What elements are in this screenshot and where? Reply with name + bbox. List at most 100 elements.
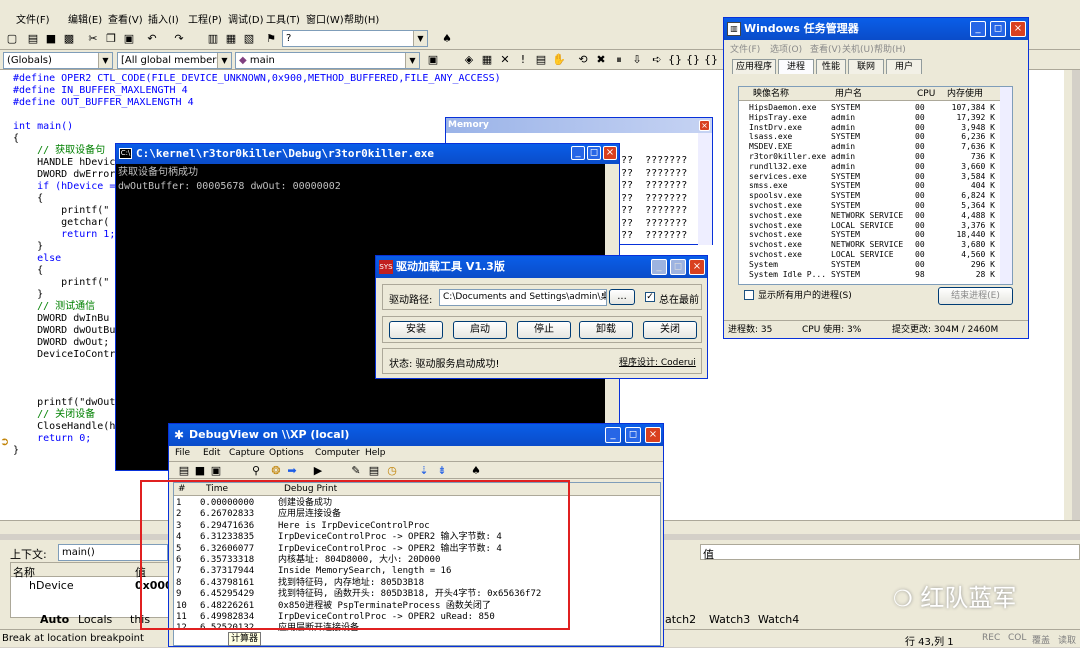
forward-icon[interactable]: ➡ <box>283 462 301 480</box>
log-icon[interactable]: ▣ <box>207 462 225 480</box>
dv-menu-item[interactable]: Help <box>365 448 386 458</box>
step-into-icon[interactable]: {} <box>666 51 684 69</box>
maximize-icon[interactable]: ◻ <box>990 21 1006 37</box>
build-icon[interactable]: ▦ <box>478 51 496 69</box>
minimize-icon[interactable]: _ <box>605 427 621 443</box>
chevron-down-icon[interactable]: ▼ <box>217 53 231 68</box>
topmost-label[interactable]: 总在最前 <box>659 291 699 306</box>
process-row[interactable]: svchost.exe LOCAL SERVICE 00 4,560 K <box>739 250 999 260</box>
paste-icon[interactable]: ▣ <box>120 30 138 48</box>
show-all-label[interactable]: 显示所有用户的进程(S) <box>758 288 852 301</box>
process-row[interactable]: smss.exe SYSTEM 00 404 K <box>739 181 999 191</box>
menu-item[interactable]: 工具(T) <box>266 11 300 26</box>
menu-item[interactable]: 调试(D) <box>228 11 264 26</box>
globals-combo[interactable]: (Globals) ▼ <box>3 52 113 69</box>
tm-tab[interactable]: 用户 <box>886 59 922 74</box>
menu-item[interactable]: 工程(P) <box>188 11 222 26</box>
close-icon[interactable]: × <box>603 146 617 160</box>
process-row[interactable]: svchost.exe NETWORK SERVICE 00 3,680 K <box>739 240 999 250</box>
tm-menu-item[interactable]: 帮助(H) <box>874 42 906 55</box>
step-out-icon[interactable]: {} <box>702 51 720 69</box>
maximize-icon[interactable]: ◻ <box>587 146 601 160</box>
break-icon[interactable]: ⏸ <box>610 51 628 69</box>
undo-icon[interactable]: ↶ <box>143 30 161 48</box>
show-all-checkbox[interactable] <box>744 290 754 300</box>
end-process-button[interactable]: 结束进程(E) <box>938 287 1013 305</box>
save-icon[interactable]: ■ <box>42 30 60 48</box>
process-row[interactable]: HipsTray.exe admin 00 17,392 K <box>739 113 999 123</box>
tm-menu-item[interactable]: 文件(F) <box>730 42 760 55</box>
redo-icon[interactable]: ↷ <box>170 30 188 48</box>
chevron-down-icon[interactable]: ▼ <box>413 31 427 46</box>
tm-menu-item[interactable]: 关机(U) <box>842 42 874 55</box>
go-icon[interactable]: ▤ <box>532 51 550 69</box>
process-row[interactable]: svchost.exe NETWORK SERVICE 00 4,488 K <box>739 211 999 221</box>
process-row[interactable]: lsass.exe SYSTEM 00 6,236 K <box>739 132 999 142</box>
chevron-down-icon[interactable]: ▼ <box>98 53 112 68</box>
compile-icon[interactable]: ◈ <box>460 51 478 69</box>
tab-locals[interactable]: Locals <box>78 613 112 626</box>
function-combo[interactable]: ◆ main ▼ <box>235 52 420 69</box>
execute-icon[interactable]: ! <box>514 51 532 69</box>
close-button[interactable]: 关闭 <box>643 321 697 339</box>
search-icon[interactable]: ⚲ <box>247 462 265 480</box>
step-over-icon[interactable]: {} <box>684 51 702 69</box>
minimize-icon[interactable]: _ <box>651 259 667 275</box>
close-icon[interactable]: × <box>1010 21 1026 37</box>
driver-credit-link[interactable]: 程序设计: Coderui <box>619 355 696 368</box>
time-icon[interactable]: ▤ <box>365 462 383 480</box>
save-all-icon[interactable]: ▩ <box>60 30 78 48</box>
dv-menu-item[interactable]: File <box>175 448 190 458</box>
process-row[interactable]: System SYSTEM 00 296 K <box>739 260 999 270</box>
tab-watch3[interactable]: Watch3 <box>709 613 750 626</box>
tab-watch4[interactable]: Watch4 <box>758 613 799 626</box>
process-row[interactable]: InstDrv.exe admin 00 3,948 K <box>739 123 999 133</box>
driver-path-input[interactable]: C:\Documents and Settings\admin\桌 <box>439 289 607 306</box>
close-icon[interactable]: × <box>689 259 705 275</box>
header-cpu[interactable]: CPU <box>917 87 935 101</box>
stop-button[interactable]: 停止 <box>517 321 571 339</box>
minimize-icon[interactable]: _ <box>571 146 585 160</box>
clock-icon[interactable]: ◷ <box>383 462 401 480</box>
process-row[interactable]: svchost.exe SYSTEM 00 5,364 K <box>739 201 999 211</box>
locals-row-name[interactable]: hDevice <box>29 579 74 592</box>
process-row[interactable]: rundll32.exe admin 00 3,660 K <box>739 162 999 172</box>
filter-icon[interactable]: ⇣ <box>415 462 433 480</box>
dv-menu-item[interactable]: Options <box>269 448 304 458</box>
process-list-scrollbar[interactable] <box>1000 87 1012 284</box>
maximize-icon[interactable]: ◻ <box>625 427 641 443</box>
process-list[interactable]: 映像名称 用户名 CPU 内存使用 HipsDaemon.exe SYSTEM 00… <box>738 86 1013 285</box>
memory-scrollbar[interactable] <box>698 133 712 245</box>
menu-item[interactable]: 插入(I) <box>148 11 179 26</box>
cut-icon[interactable]: ✂ <box>84 30 102 48</box>
open-icon[interactable]: ▤ <box>24 30 42 48</box>
close-icon[interactable]: × <box>699 120 710 131</box>
dv-menu-item[interactable]: Computer <box>315 448 360 458</box>
find-combo[interactable]: ? ▼ <box>282 30 428 47</box>
tm-tab[interactable]: 性能 <box>816 59 846 74</box>
uninstall-button[interactable]: 卸载 <box>579 321 633 339</box>
process-row[interactable]: System Idle P... SYSTEM 98 28 K <box>739 270 999 280</box>
highlight-icon[interactable]: ⇟ <box>433 462 451 480</box>
windows-icon[interactable]: ▧ <box>240 30 258 48</box>
find-icon[interactable]: ♠ <box>467 462 485 480</box>
members-combo[interactable]: [All global members ▼ <box>117 52 232 69</box>
find-icon[interactable]: ♠ <box>438 30 456 48</box>
menu-item[interactable]: 文件(F) <box>16 11 50 26</box>
restart-icon[interactable]: ⟲ <box>574 51 592 69</box>
process-row[interactable]: HipsDaemon.exe SYSTEM 00 107,384 K <box>739 103 999 113</box>
menu-item[interactable]: 查看(V) <box>108 11 143 26</box>
tab-auto[interactable]: Auto <box>40 613 69 626</box>
browse-button[interactable]: ... <box>609 289 635 305</box>
tab-watch2[interactable]: atch2 <box>665 613 696 626</box>
close-icon[interactable]: × <box>645 427 661 443</box>
install-button[interactable]: 安装 <box>389 321 443 339</box>
tm-tab[interactable]: 联网 <box>848 59 884 74</box>
show-next-icon[interactable]: ➪ <box>648 51 666 69</box>
process-row[interactable]: MSDEV.EXE admin 00 7,636 K <box>739 142 999 152</box>
chevron-down-icon[interactable]: ▼ <box>405 53 419 68</box>
tm-tab[interactable]: 进程 <box>778 59 814 74</box>
tm-menu-item[interactable]: 选项(O) <box>770 42 802 55</box>
editor-scrollbar[interactable] <box>1064 70 1072 520</box>
maximize-icon[interactable]: ◻ <box>670 259 686 275</box>
